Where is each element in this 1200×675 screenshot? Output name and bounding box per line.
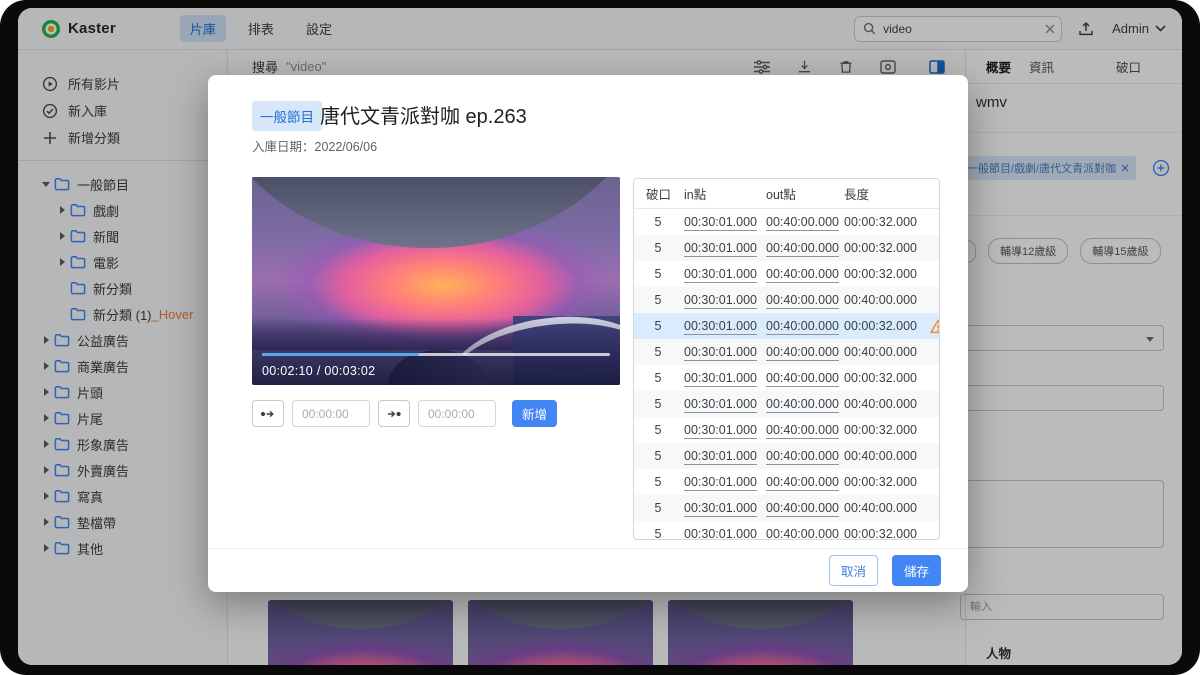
cell-length: 00:00:32.000 (844, 371, 930, 385)
cell-gap: 5 (646, 501, 684, 515)
cell-out-point[interactable]: 00:40:00.000 (766, 293, 844, 307)
cancel-button[interactable]: 取消 (829, 555, 878, 586)
cell-in-point[interactable]: 00:30:01.000 (684, 501, 766, 515)
cell-out-point[interactable]: 00:40:00.000 (766, 397, 844, 411)
in-point-input[interactable] (292, 400, 370, 427)
warning-icon (930, 319, 940, 334)
cell-out-point[interactable]: 00:40:00.000 (766, 527, 844, 540)
cell-length: 00:40:00.000 (844, 397, 930, 411)
cell-out-point[interactable]: 00:40:00.000 (766, 475, 844, 489)
cell-gap: 5 (646, 241, 684, 255)
table-row[interactable]: 5 00:30:01.000 00:40:00.000 00:00:32.000 (634, 521, 939, 540)
cell-out-point[interactable]: 00:40:00.000 (766, 423, 844, 437)
cell-gap: 5 (646, 293, 684, 307)
cell-gap: 5 (646, 371, 684, 385)
category-badge: 一般節目 (252, 101, 322, 131)
cell-in-point[interactable]: 00:30:01.000 (684, 423, 766, 437)
table-row[interactable]: 5 00:30:01.000 00:40:00.000 00:40:00.000 (634, 495, 939, 521)
col-in: in點 (684, 184, 766, 203)
progress-bar[interactable] (262, 353, 610, 356)
table-row[interactable]: 5 00:30:01.000 00:40:00.000 00:00:32.000 (634, 313, 939, 339)
table-row[interactable]: 5 00:30:01.000 00:40:00.000 00:40:00.000 (634, 287, 939, 313)
table-header: 破口 in點 out點 長度 (634, 179, 939, 209)
cell-length: 00:00:32.000 (844, 527, 930, 540)
cell-in-point[interactable]: 00:30:01.000 (684, 293, 766, 307)
table-body: 5 00:30:01.000 00:40:00.000 00:00:32.000… (634, 209, 939, 540)
cell-length: 00:00:32.000 (844, 267, 930, 281)
cell-length: 00:40:00.000 (844, 449, 930, 463)
table-row[interactable]: 5 00:30:01.000 00:40:00.000 00:00:32.000 (634, 235, 939, 261)
modal-title: 唐代文青派對咖 ep.263 (320, 100, 527, 129)
in-out-controls: 新增 (252, 400, 557, 427)
app-window: Kaster 片庫排表設定 Admin (18, 8, 1182, 665)
col-out: out點 (766, 184, 844, 203)
table-row[interactable]: 5 00:30:01.000 00:40:00.000 00:40:00.000 (634, 443, 939, 469)
out-point-icon (386, 408, 402, 420)
intake-date: 入庫日期：2022/06/06 (252, 136, 377, 155)
cell-in-point[interactable]: 00:30:01.000 (684, 397, 766, 411)
cell-out-point[interactable]: 00:40:00.000 (766, 241, 844, 255)
add-breakpoint-button[interactable]: 新增 (512, 400, 557, 427)
cell-gap: 5 (646, 397, 684, 411)
cell-length: 00:00:32.000 (844, 215, 930, 229)
in-point-icon (260, 408, 276, 420)
cell-in-point[interactable]: 00:30:01.000 (684, 215, 766, 229)
cell-out-point[interactable]: 00:40:00.000 (766, 319, 844, 333)
cell-gap: 5 (646, 449, 684, 463)
breakpoints-table: 破口 in點 out點 長度 5 00:30:01.000 00:40:00.0… (633, 178, 940, 540)
table-row[interactable]: 5 00:30:01.000 00:40:00.000 00:00:32.000 (634, 209, 939, 235)
cell-in-point[interactable]: 00:30:01.000 (684, 371, 766, 385)
cell-length: 00:00:32.000 (844, 423, 930, 437)
cell-in-point[interactable]: 00:30:01.000 (684, 449, 766, 463)
cell-gap: 5 (646, 345, 684, 359)
mark-out-button[interactable] (378, 400, 410, 427)
cell-in-point[interactable]: 00:30:01.000 (684, 475, 766, 489)
cell-gap: 5 (646, 475, 684, 489)
out-point-input[interactable] (418, 400, 496, 427)
table-row[interactable]: 5 00:30:01.000 00:40:00.000 00:00:32.000 (634, 365, 939, 391)
table-row[interactable]: 5 00:30:01.000 00:40:00.000 00:00:32.000 (634, 469, 939, 495)
cell-in-point[interactable]: 00:30:01.000 (684, 527, 766, 540)
table-row[interactable]: 5 00:30:01.000 00:40:00.000 00:00:32.000 (634, 417, 939, 443)
cell-length: 00:00:32.000 (844, 319, 930, 333)
cell-length: 00:00:32.000 (844, 475, 930, 489)
cell-gap: 5 (646, 423, 684, 437)
playback-time: 00:02:10 / 00:03:02 (262, 364, 375, 378)
table-row[interactable]: 5 00:30:01.000 00:40:00.000 00:40:00.000 (634, 339, 939, 365)
cell-in-point[interactable]: 00:30:01.000 (684, 345, 766, 359)
col-length: 長度 (844, 184, 930, 203)
table-row[interactable]: 5 00:30:01.000 00:40:00.000 00:00:32.000 (634, 261, 939, 287)
progress-fill (262, 353, 419, 356)
cell-gap: 5 (646, 319, 684, 333)
cell-length: 00:40:00.000 (844, 345, 930, 359)
cell-length: 00:00:32.000 (844, 241, 930, 255)
cell-gap: 5 (646, 267, 684, 281)
modal-footer: 取消 儲存 (208, 548, 968, 592)
cell-out-point[interactable]: 00:40:00.000 (766, 215, 844, 229)
cell-in-point[interactable]: 00:30:01.000 (684, 241, 766, 255)
col-gap: 破口 (646, 184, 684, 203)
mark-in-button[interactable] (252, 400, 284, 427)
cell-in-point[interactable]: 00:30:01.000 (684, 319, 766, 333)
cell-in-point[interactable]: 00:30:01.000 (684, 267, 766, 281)
cell-out-point[interactable]: 00:40:00.000 (766, 345, 844, 359)
cell-length: 00:40:00.000 (844, 501, 930, 515)
edit-breakpoints-modal: 一般節目 唐代文青派對咖 ep.263 入庫日期：2022/06/06 00:0… (208, 75, 968, 592)
video-player[interactable]: 00:02:10 / 00:03:02 (252, 177, 620, 385)
cell-out-point[interactable]: 00:40:00.000 (766, 371, 844, 385)
cell-gap: 5 (646, 527, 684, 540)
cell-out-point[interactable]: 00:40:00.000 (766, 267, 844, 281)
cell-out-point[interactable]: 00:40:00.000 (766, 449, 844, 463)
table-row[interactable]: 5 00:30:01.000 00:40:00.000 00:40:00.000 (634, 391, 939, 417)
cell-out-point[interactable]: 00:40:00.000 (766, 501, 844, 515)
device-frame: Kaster 片庫排表設定 Admin (0, 0, 1200, 675)
cell-gap: 5 (646, 215, 684, 229)
cell-length: 00:40:00.000 (844, 293, 930, 307)
save-button[interactable]: 儲存 (892, 555, 941, 586)
